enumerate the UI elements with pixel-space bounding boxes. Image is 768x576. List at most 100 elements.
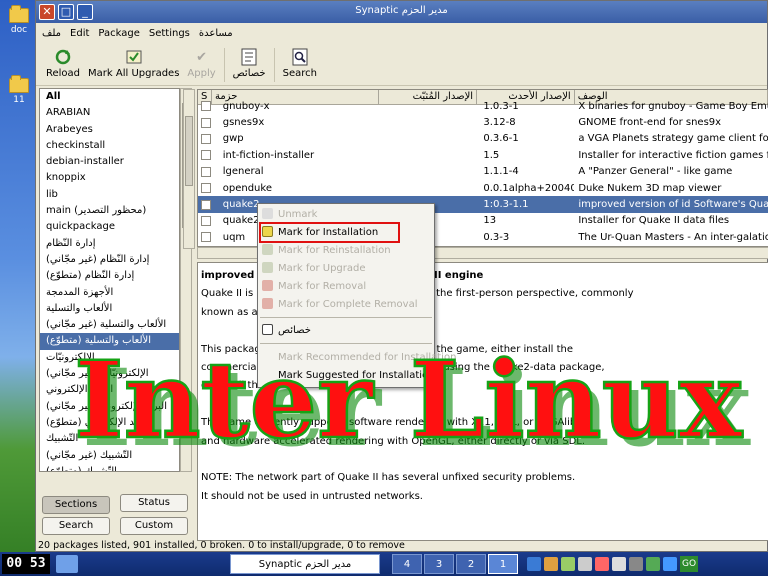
workspace-2[interactable]: 2 — [456, 554, 486, 574]
workspace-4[interactable]: 4 — [392, 554, 422, 574]
status-checkbox[interactable] — [201, 117, 211, 128]
title-bar[interactable]: ✕ □ _ Synaptic مدير الحزم — [36, 1, 767, 23]
tray-app-icon[interactable] — [527, 557, 541, 571]
section-item[interactable]: checkinstall — [40, 138, 179, 154]
cell-package: gsnes9x — [222, 117, 265, 129]
custom-filter-button[interactable]: Custom — [120, 517, 188, 535]
tray-app-icon[interactable] — [595, 557, 609, 571]
table-row[interactable]: openduke 0.0.1alpha+20040408 Duke Nukem 3D… — [198, 180, 768, 196]
cell-description: Installer for Quake II data files — [578, 215, 730, 227]
desktop-icon-11[interactable]: 11 — [4, 75, 34, 105]
section-item[interactable]: الألعاب والتسلية (غير مجّاني) — [40, 317, 179, 333]
menu-item-mark-reinstall[interactable]: Mark for Reinstallation — [262, 243, 391, 259]
tray-app-icon[interactable] — [561, 557, 575, 571]
cell-latest: 1.1.1-4 — [483, 166, 519, 178]
workspace-1[interactable]: 1 — [488, 554, 518, 574]
col-installed-header[interactable]: الإصدار المُثبّت — [379, 90, 478, 104]
section-item[interactable]: إدارة النّظام (متطوّع) — [40, 268, 179, 284]
cell-description: A "Panzer General" - like game — [578, 166, 733, 178]
section-item[interactable]: التّشبيك (متطوّع) — [40, 464, 179, 471]
section-item[interactable]: الإلكترونيّات — [40, 350, 179, 366]
section-item[interactable]: knoppix — [40, 170, 179, 186]
menu-item-properties[interactable]: خصائص — [262, 323, 311, 339]
tray-app-icon[interactable] — [612, 557, 626, 571]
tray-app-icon[interactable] — [663, 557, 677, 571]
sections-list[interactable]: All ARABIAN Arabeyes checkinstall debian-ins… — [39, 88, 180, 472]
table-row[interactable]: int-fiction-installer 1.5 Installer for in… — [198, 147, 768, 163]
apply-button[interactable]: ✔ Apply — [187, 44, 215, 80]
section-item[interactable]: الألعاب والتسلية — [40, 301, 179, 317]
status-checkbox[interactable] — [201, 232, 211, 243]
section-item[interactable]: lib — [40, 187, 179, 203]
desktop-icon-doc[interactable]: doc — [4, 5, 34, 35]
section-item[interactable]: التّشبيك (غير مجّاني) — [40, 448, 179, 464]
status-checkbox[interactable] — [201, 150, 211, 161]
section-item[interactable]: إدارة النّظام (غير مجّاني) — [40, 252, 179, 268]
scrollbar-thumb[interactable] — [185, 116, 193, 186]
status-checkbox[interactable] — [201, 215, 211, 226]
sections-filter-button[interactable]: Sections — [42, 496, 110, 514]
menu-item-mark-suggested[interactable]: Mark Suggested for Installation — [278, 368, 435, 384]
network-icon[interactable] — [56, 555, 78, 573]
section-item[interactable]: main (محظور التصدير) — [40, 203, 179, 219]
properties-button[interactable]: خصائص — [233, 44, 266, 79]
menu-item-mark-complete-removal[interactable]: Mark for Complete Removal — [262, 297, 417, 313]
menu-item-mark-upgrade[interactable]: Mark for Upgrade — [262, 261, 366, 277]
search-filter-button[interactable]: Search — [42, 517, 110, 535]
table-row[interactable]: lgeneral 1.1.1-4 A "Panzer General" - like… — [198, 164, 768, 180]
section-item[interactable]: إدارة النّظام — [40, 236, 179, 252]
tray-app-icon[interactable] — [544, 557, 558, 571]
section-item[interactable]: الألعاب والتسلية (متطوّع) — [40, 333, 179, 350]
cell-package: int-fiction-installer — [222, 149, 315, 161]
package-list-scrollbar[interactable] — [183, 89, 195, 249]
section-item[interactable]: التّشبيك — [40, 431, 179, 447]
task-synaptic[interactable]: Synaptic مدير الحزم — [230, 554, 380, 574]
menu-settings[interactable]: Settings — [149, 28, 190, 39]
folder-icon — [9, 5, 29, 23]
section-item[interactable]: الإلكترونيّات (غير مجّاني) — [40, 366, 179, 382]
tray-app-icon[interactable] — [629, 557, 643, 571]
menu-package[interactable]: Package — [98, 28, 139, 39]
section-item[interactable]: Arabeyes — [40, 122, 179, 138]
table-row[interactable]: gnuboy-x 1.0.3-1 X binaries for gnuboy - G… — [198, 98, 768, 114]
mark-all-upgrades-button[interactable]: Mark All Upgrades — [88, 44, 179, 79]
tray-app-icon[interactable] — [578, 557, 592, 571]
menu-file[interactable]: ملف — [42, 28, 61, 39]
menu-item-mark-removal[interactable]: Mark for Removal — [262, 279, 366, 295]
section-item[interactable]: debian-installer — [40, 154, 179, 170]
status-checkbox[interactable] — [201, 166, 211, 177]
folder-icon — [9, 75, 29, 93]
section-item[interactable]: البريد الإلكتروني (غير مجّاني) — [40, 399, 179, 415]
table-row[interactable]: gwp 0.3.6-1 a VGA Planets strategy game cl… — [198, 131, 768, 147]
clock: 00 53 — [2, 554, 50, 574]
section-item[interactable]: البريد الإلكتروني (متطوّع) — [40, 415, 179, 431]
cell-description: improved version of id Software's Quake … — [578, 199, 768, 211]
section-item[interactable]: All — [40, 89, 179, 105]
menu-help[interactable]: مساعدة — [199, 28, 233, 39]
status-checkbox[interactable] — [201, 101, 211, 112]
desktop-icon-label: doc — [10, 25, 28, 35]
menu-edit[interactable]: Edit — [70, 28, 89, 39]
cell-description: The Ur-Quan Masters - An inter-galatic a… — [578, 231, 768, 243]
upgrade-icon — [262, 262, 273, 273]
status-checkbox[interactable] — [201, 133, 211, 144]
status-bar: 20 packages listed, 901 installed, 0 bro… — [38, 540, 405, 551]
menu-item-unmark[interactable]: Unmark — [262, 207, 317, 223]
status-filter-button[interactable]: Status — [120, 494, 188, 512]
section-item[interactable]: البريد الإلكتروني — [40, 382, 179, 398]
section-item[interactable]: الأجهزة المدمجة — [40, 285, 179, 301]
tray-go[interactable]: GO — [680, 556, 699, 572]
tray-app-icon[interactable] — [646, 557, 660, 571]
status-checkbox[interactable] — [201, 199, 211, 210]
menu-item-mark-recommended[interactable]: Mark Recommended for Installation — [278, 350, 456, 366]
section-item[interactable]: ARABIAN — [40, 105, 179, 121]
purge-icon — [262, 298, 273, 309]
search-button[interactable]: Search — [283, 44, 317, 79]
toolbar: Reload Mark All Upgrades ✔ Apply خصائص S… — [36, 44, 767, 86]
table-row[interactable]: gsnes9x 3.12-8 GNOME front-end for snes9x — [198, 114, 768, 130]
workspace-3[interactable]: 3 — [424, 554, 454, 574]
section-item[interactable]: quickpackage — [40, 219, 179, 235]
status-checkbox[interactable] — [201, 183, 211, 194]
reload-button[interactable]: Reload — [46, 44, 80, 79]
description-line: and hardware accelerated rendering with … — [201, 435, 586, 447]
